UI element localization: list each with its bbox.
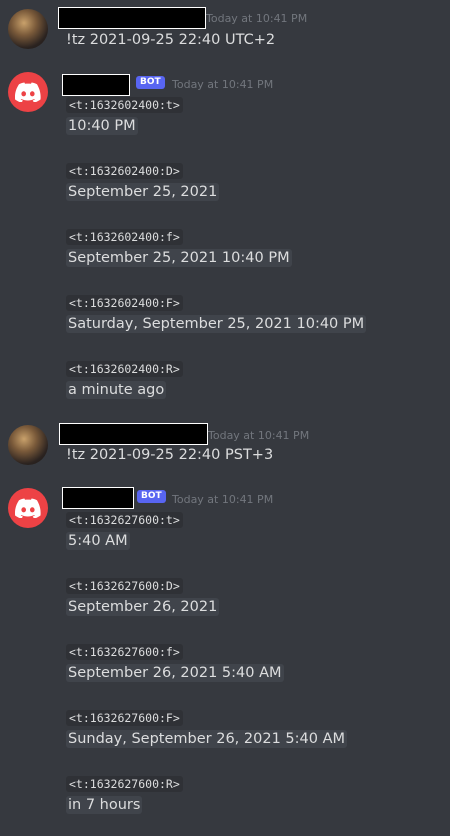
discord-logo-icon <box>15 82 41 102</box>
discord-logo-icon <box>15 498 41 518</box>
timestamp-result[interactable]: September 25, 2021 10:40 PM <box>66 249 292 267</box>
timestamp-code: <t:1632602400:R> <box>66 361 183 377</box>
user-avatar[interactable] <box>8 9 48 49</box>
message-content: !tz 2021-09-25 22:40 UTC+2 <box>66 32 276 48</box>
bot-tag: BOT <box>137 490 166 503</box>
redacted-username <box>59 423 208 445</box>
message-timestamp: Today at 10:41 PM <box>208 429 310 442</box>
timestamp-code: <t:1632627600:t> <box>66 512 183 528</box>
timestamp-result[interactable]: Sunday, September 26, 2021 5:40 AM <box>66 730 348 748</box>
timestamp-code: <t:1632602400:f> <box>66 229 183 245</box>
timestamp-result[interactable]: September 26, 2021 5:40 AM <box>66 664 284 682</box>
message-bot-2: BOT Today at 10:41 PM <t:1632627600:t> 5… <box>0 476 450 826</box>
timestamp-code: <t:1632627600:F> <box>66 710 183 726</box>
timestamp-code: <t:1632602400:t> <box>66 97 183 113</box>
redacted-username <box>62 487 134 509</box>
timestamp-code: <t:1632627600:R> <box>66 776 183 792</box>
message-content: !tz 2021-09-25 22:40 PST+3 <box>66 447 274 463</box>
timestamp-result[interactable]: Saturday, September 25, 2021 10:40 PM <box>66 315 367 333</box>
user-avatar[interactable] <box>8 425 48 465</box>
timestamp-code: <t:1632627600:D> <box>66 578 183 594</box>
bot-tag: BOT <box>136 76 165 89</box>
timestamp-code: <t:1632602400:D> <box>66 163 183 179</box>
message-timestamp: Today at 10:41 PM <box>206 12 308 25</box>
timestamp-code: <t:1632627600:f> <box>66 644 183 660</box>
timestamp-result[interactable]: September 26, 2021 <box>66 598 220 616</box>
message-timestamp: Today at 10:41 PM <box>172 78 274 91</box>
timestamp-code: <t:1632602400:F> <box>66 295 183 311</box>
timestamp-result[interactable]: September 25, 2021 <box>66 183 220 201</box>
message-bot-1: BOT Today at 10:41 PM <t:1632602400:t> 1… <box>0 60 450 410</box>
timestamp-result[interactable]: 5:40 AM <box>66 532 130 550</box>
timestamp-result[interactable]: a minute ago <box>66 381 167 399</box>
message-user-2: Today at 10:41 PM !tz 2021-09-25 22:40 P… <box>0 416 450 476</box>
timestamp-result[interactable]: in 7 hours <box>66 796 143 814</box>
redacted-username <box>62 74 130 96</box>
redacted-username <box>58 7 206 29</box>
message-user-1: Today at 10:41 PM !tz 2021-09-25 22:40 U… <box>0 0 450 60</box>
timestamp-result[interactable]: 10:40 PM <box>66 117 138 135</box>
message-timestamp: Today at 10:41 PM <box>172 493 274 506</box>
bot-avatar[interactable] <box>8 72 48 112</box>
bot-avatar[interactable] <box>8 488 48 528</box>
